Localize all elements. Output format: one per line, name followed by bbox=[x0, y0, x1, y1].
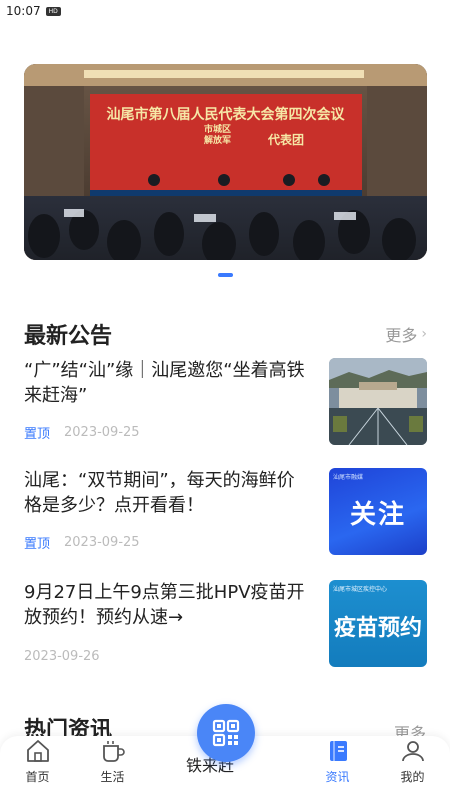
news-title: “广”结“汕”缘｜汕尾邀您“坐着高铁来赶海” bbox=[24, 360, 305, 406]
news-meta: 置顶 2023-09-25 bbox=[24, 423, 140, 442]
news-item[interactable]: “广”结“汕”缘｜汕尾邀您“坐着高铁来赶海” 置顶 2023-09-25 bbox=[24, 358, 427, 446]
home-icon bbox=[26, 740, 49, 762]
pinned-tag: 置顶 bbox=[24, 427, 51, 442]
status-bar: 10:07 HD bbox=[0, 0, 450, 22]
banner-subtitle-right: 代表团 bbox=[268, 133, 305, 147]
notices-header: 最新公告 更多 › bbox=[24, 318, 427, 350]
banner-carousel[interactable]: 汕尾市第八届人民代表大会第四次会议 市城区 解放军 代表团 bbox=[24, 64, 427, 260]
banner-photo bbox=[24, 64, 427, 260]
banner-subtitle-left: 市城区 解放军 bbox=[204, 125, 231, 147]
news-thumbnail bbox=[329, 358, 427, 445]
news-date: 2023-09-25 bbox=[64, 425, 140, 440]
news-thumbnail: 汕尾市融媒 关注 bbox=[329, 468, 427, 555]
news-date: 2023-09-25 bbox=[64, 535, 140, 550]
thumb-text: 疫苗预约 bbox=[333, 616, 422, 641]
nav-label: 首页 bbox=[25, 770, 50, 784]
pinned-tag: 置顶 bbox=[24, 537, 51, 552]
chevron-right-icon: › bbox=[421, 326, 427, 342]
more-label: 更多 bbox=[385, 326, 418, 345]
notices-title: 最新公告 bbox=[24, 324, 113, 349]
thumb-text: 关注 bbox=[349, 500, 406, 530]
banner-sub-line-2: 解放军 bbox=[204, 136, 232, 146]
thumb-corner-text: 汕尾市城区疾控中心 bbox=[333, 586, 388, 593]
banner-sub-line-1: 市城区 bbox=[204, 125, 232, 135]
news-date: 2023-09-26 bbox=[24, 649, 100, 664]
qr-code-icon bbox=[212, 719, 240, 747]
qr-scan-button[interactable] bbox=[197, 704, 255, 762]
banner-title: 汕尾市第八届人民代表大会第四次会议 bbox=[106, 107, 345, 123]
nav-mine[interactable]: 我的 bbox=[375, 736, 450, 800]
news-meta: 2023-09-26 bbox=[24, 649, 100, 664]
news-title: 9月27日上午9点第三批HPV疫苗开放预约！预约从速→ bbox=[24, 582, 305, 628]
book-icon bbox=[329, 741, 347, 761]
news-item[interactable]: 9月27日上午9点第三批HPV疫苗开放预约！预约从速→ 2023-09-26 汕… bbox=[24, 580, 427, 668]
nav-label: 我的 bbox=[400, 770, 425, 784]
news-item[interactable]: 汕尾：“双节期间”，每天的海鲜价格是多少？点开看看！ 置顶 2023-09-25… bbox=[24, 468, 427, 556]
notices-more-link[interactable]: 更多 › bbox=[385, 322, 427, 346]
thumb-corner-text: 汕尾市融媒 bbox=[333, 474, 364, 481]
nav-news[interactable]: 资讯 bbox=[300, 736, 375, 800]
nav-home[interactable]: 首页 bbox=[0, 736, 75, 800]
status-time: 10:07 bbox=[6, 4, 41, 18]
status-hd-badge: HD bbox=[45, 6, 61, 16]
news-meta: 置顶 2023-09-25 bbox=[24, 533, 140, 552]
cup-icon bbox=[102, 741, 125, 762]
carousel-indicator[interactable] bbox=[218, 273, 233, 277]
news-title: 汕尾：“双节期间”，每天的海鲜价格是多少？点开看看！ bbox=[24, 470, 295, 516]
news-thumbnail: 汕尾市城区疾控中心 疫苗预约 bbox=[329, 580, 427, 667]
nav-label: 生活 bbox=[100, 770, 125, 784]
high-speed-rail-image bbox=[329, 358, 427, 445]
nav-label: 资讯 bbox=[325, 770, 350, 784]
nav-life[interactable]: 生活 bbox=[75, 736, 150, 800]
user-icon bbox=[401, 741, 424, 762]
